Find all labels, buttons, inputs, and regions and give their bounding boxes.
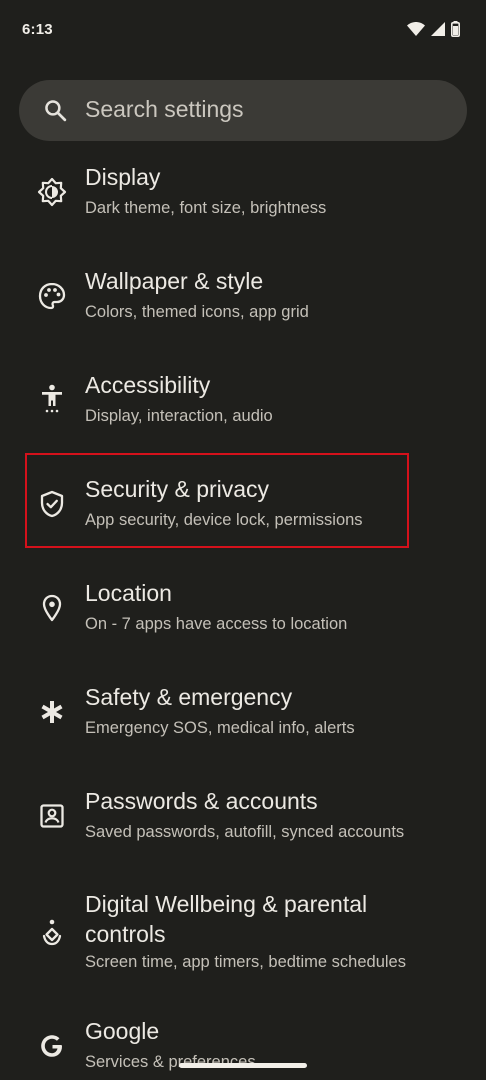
setting-title: Digital Wellbeing & parental controls xyxy=(85,891,368,947)
setting-title: Location xyxy=(85,580,172,606)
setting-item-digital-wellbeing[interactable]: Digital Wellbeing & parental controls Sc… xyxy=(0,888,486,992)
setting-item-accessibility[interactable]: Accessibility Display, interaction, audi… xyxy=(0,368,486,464)
wellbeing-icon xyxy=(36,916,68,948)
setting-subtitle: Dark theme, font size, brightness xyxy=(85,199,327,217)
setting-item-wallpaper[interactable]: Wallpaper & style Colors, themed icons, … xyxy=(0,264,486,360)
palette-icon xyxy=(36,280,68,312)
setting-subtitle: Display, interaction, audio xyxy=(85,407,273,425)
gesture-nav-handle[interactable] xyxy=(179,1063,307,1068)
setting-item-location[interactable]: Location On - 7 apps have access to loca… xyxy=(0,576,486,672)
location-pin-icon xyxy=(36,592,68,624)
setting-item-safety-emergency[interactable]: Safety & emergency Emergency SOS, medica… xyxy=(0,680,486,776)
setting-title: Accessibility xyxy=(85,372,211,398)
setting-subtitle: Emergency SOS, medical info, alerts xyxy=(85,719,355,737)
setting-item-passwords-accounts[interactable]: Passwords & accounts Saved passwords, au… xyxy=(0,784,486,880)
brightness-icon xyxy=(36,176,68,208)
setting-title: Passwords & accounts xyxy=(85,788,318,814)
setting-subtitle: On - 7 apps have access to location xyxy=(85,615,348,633)
asterisk-icon xyxy=(36,696,68,728)
google-icon xyxy=(36,1030,68,1062)
setting-subtitle: Saved passwords, autofill, synced accoun… xyxy=(85,823,405,841)
setting-title: Display xyxy=(85,164,161,190)
setting-item-google[interactable]: Google Services & preferences xyxy=(0,1014,486,1080)
setting-title: Google xyxy=(85,1018,160,1044)
setting-item-display[interactable]: Display Dark theme, font size, brightnes… xyxy=(0,160,486,256)
setting-title: Safety & emergency xyxy=(85,684,293,710)
setting-title: Wallpaper & style xyxy=(85,268,264,294)
setting-subtitle: Screen time, app timers, bedtime schedul… xyxy=(85,953,406,971)
accessibility-icon xyxy=(36,382,68,414)
setting-subtitle: Colors, themed icons, app grid xyxy=(85,303,309,321)
account-box-icon xyxy=(36,800,68,832)
highlight-box xyxy=(25,453,409,548)
